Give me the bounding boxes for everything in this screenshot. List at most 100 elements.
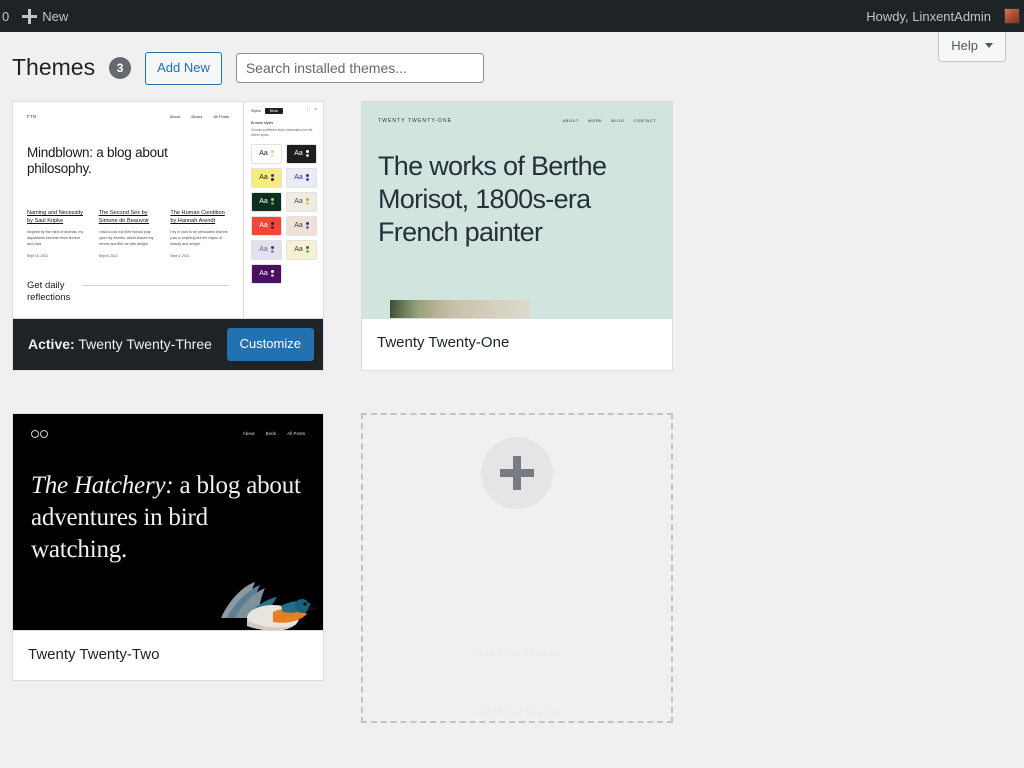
tt3-post-title: The Human Condition by Hannah Arendt <box>170 210 225 225</box>
style-swatch-label: Aa <box>294 150 303 158</box>
theme-card-twenty-twenty-three[interactable]: FTB About Books All Posts Mindblown: a b… <box>12 100 324 371</box>
tt2-preview-nav: About Birds All Posts <box>243 431 305 436</box>
tt3-post-excerpt: Inspired by the mind of aromas, my daydr… <box>27 230 84 247</box>
tt2-nav-item: All Posts <box>287 431 305 437</box>
howdy-label: Howdy, LinxentAdmin <box>866 8 991 24</box>
page-wrap: Themes 3 Add New FTB About Books All Pos… <box>0 32 1024 743</box>
style-swatch[interactable]: Aa <box>286 215 317 236</box>
tt3-nav-item: Books <box>191 113 203 119</box>
style-swatch[interactable]: Aa <box>251 239 282 260</box>
admin-bar-right: Howdy, LinxentAdmin <box>857 0 1024 32</box>
tt3-preview-posts: Naming and Necessity by Saul Kripke Insp… <box>27 209 229 258</box>
tt2-nav-item: About <box>242 431 255 437</box>
comment-count[interactable]: 0 <box>0 0 13 32</box>
style-swatch-label: Aa <box>294 246 303 254</box>
style-swatch[interactable]: Aa <box>251 263 282 284</box>
add-new-theme-label-secondary: Add New Theme <box>476 706 558 719</box>
tt3-post-date: Sept 16, 2021 <box>27 254 49 259</box>
style-swatch-label: Aa <box>259 150 268 158</box>
style-swatch-palette <box>305 245 309 254</box>
tt3-post: The Human Condition by Hannah Arendt I t… <box>170 209 229 258</box>
theme-count-badge: 3 <box>109 57 132 80</box>
style-swatch[interactable]: Aa <box>286 143 317 164</box>
style-swatch[interactable]: Aa <box>251 167 282 188</box>
new-content-menu[interactable]: New <box>13 0 77 32</box>
tt1-preview-nav: ABOUT WORK BLOG CONTACT <box>563 118 656 123</box>
tt3-preview: FTB About Books All Posts Mindblown: a b… <box>13 101 323 318</box>
theme-active-label: Active: Twenty Twenty-Three <box>28 335 212 353</box>
style-swatch-palette <box>270 173 274 182</box>
tt1-nav-item: ABOUT <box>562 118 579 124</box>
new-content-label: New <box>42 8 69 24</box>
style-swatch-palette <box>305 149 309 158</box>
tt3-post-excerpt: I had a cold not then furious play upon … <box>98 230 154 247</box>
tt3-nav-item: All Posts <box>213 113 229 119</box>
style-swatch[interactable]: Aa <box>251 191 282 212</box>
style-swatch[interactable]: Aa <box>251 143 282 164</box>
theme-name: Twenty Twenty-Three <box>78 336 212 353</box>
style-swatch[interactable]: Aa <box>286 239 317 260</box>
tt2-nav-item: Birds <box>265 431 277 437</box>
tt3-style-swatches: Aa Aa Aa Aa Aa Aa Aa Aa Aa Aa Aa <box>251 143 317 284</box>
tt3-cta-text: Get daily reflections <box>27 280 71 304</box>
tt3-post-excerpt: I try in vain to be persuaded that the p… <box>170 230 228 247</box>
theme-active-bar: Active: Twenty Twenty-Three Customize <box>13 318 323 370</box>
close-icon: × <box>314 107 317 114</box>
tt3-post-title: The Second Sex by Simone de Beauvoir <box>98 210 150 225</box>
style-swatch-label: Aa <box>259 222 268 230</box>
tt3-preview-logo: FTB <box>27 113 37 119</box>
tt1-nav-item: BLOG <box>611 118 625 124</box>
style-swatch-label: Aa <box>259 198 268 206</box>
style-swatch[interactable]: Aa <box>251 215 282 236</box>
theme-screenshot[interactable]: TWENTY TWENTY-ONE ABOUT WORK BLOG CONTAC… <box>362 101 672 319</box>
tt1-nav-item: WORK <box>587 118 603 124</box>
tt3-preview-hero: Mindblown: a blog about philosophy. <box>27 144 168 176</box>
tt3-post: Naming and Necessity by Saul Kripke Insp… <box>27 209 86 258</box>
plus-icon <box>481 436 553 509</box>
theme-card-twenty-twenty-one[interactable]: TWENTY TWENTY-ONE ABOUT WORK BLOG CONTAC… <box>361 100 673 371</box>
tt3-preview-topnav: FTB About Books All Posts <box>27 114 229 119</box>
add-new-button[interactable]: Add New <box>145 52 222 85</box>
style-swatch-palette <box>305 221 309 230</box>
style-swatch-palette <box>270 149 274 158</box>
tt3-post: The Second Sex by Simone de Beauvoir I h… <box>99 209 158 258</box>
tt3-panel-description: Choose a different style combination for… <box>251 127 313 137</box>
tt3-panel-tab-styles: Styles <box>251 108 261 113</box>
tt3-preview-nav: About Books All Posts <box>170 114 229 119</box>
binoculars-icon <box>31 429 48 438</box>
tt3-post-date: Sept 8, 2021 <box>98 254 118 259</box>
tt3-post-date: Sept 4, 2021 <box>170 254 190 259</box>
style-swatch-label: Aa <box>294 222 303 230</box>
style-swatch-label: Aa <box>259 174 268 182</box>
style-swatch-palette <box>270 269 274 278</box>
theme-screenshot[interactable]: About Birds All Posts The Hatchery: a bl… <box>13 413 323 631</box>
tt1-preview-topnav: TWENTY TWENTY-ONE ABOUT WORK BLOG CONTAC… <box>378 118 656 124</box>
tt1-nav-item: CONTACT <box>633 118 656 124</box>
tt3-panel-actions: ⋮ × <box>305 108 317 113</box>
theme-screenshot[interactable]: FTB About Books All Posts Mindblown: a b… <box>13 101 323 319</box>
tt2-preview-topnav: About Birds All Posts <box>31 429 305 438</box>
add-new-theme-label: Add New Theme <box>474 646 560 659</box>
tt1-preview-image <box>390 299 530 318</box>
style-swatch-palette <box>270 197 274 206</box>
add-new-theme-card[interactable]: Add New Theme Add New Theme <box>361 412 673 723</box>
style-swatch-palette <box>305 197 309 206</box>
tt2-preview: About Birds All Posts The Hatchery: a bl… <box>13 413 323 630</box>
search-input[interactable] <box>235 53 484 84</box>
customize-button[interactable]: Customize <box>226 327 314 361</box>
my-account-menu[interactable]: Howdy, LinxentAdmin <box>857 0 1024 32</box>
tt1-preview-brand: TWENTY TWENTY-ONE <box>378 117 453 124</box>
theme-card-twenty-twenty-two[interactable]: About Birds All Posts The Hatchery: a bl… <box>12 412 324 681</box>
theme-name: Twenty Twenty-Two <box>28 645 160 663</box>
theme-grid: FTB About Books All Posts Mindblown: a b… <box>12 100 1012 743</box>
tt3-nav-item: About <box>169 113 181 119</box>
admin-bar: 0 New Howdy, LinxentAdmin <box>0 0 1024 32</box>
tt3-preview-main: FTB About Books All Posts Mindblown: a b… <box>13 102 243 318</box>
tt2-hero-emphasis: The Hatchery: <box>31 471 174 499</box>
tt3-panel-tab-block: Block <box>264 107 284 114</box>
style-swatch-label: Aa <box>294 198 303 206</box>
page-title: Themes <box>12 54 96 81</box>
style-swatch[interactable]: Aa <box>286 191 317 212</box>
more-options-icon: ⋮ <box>305 107 311 114</box>
style-swatch[interactable]: Aa <box>286 167 317 188</box>
